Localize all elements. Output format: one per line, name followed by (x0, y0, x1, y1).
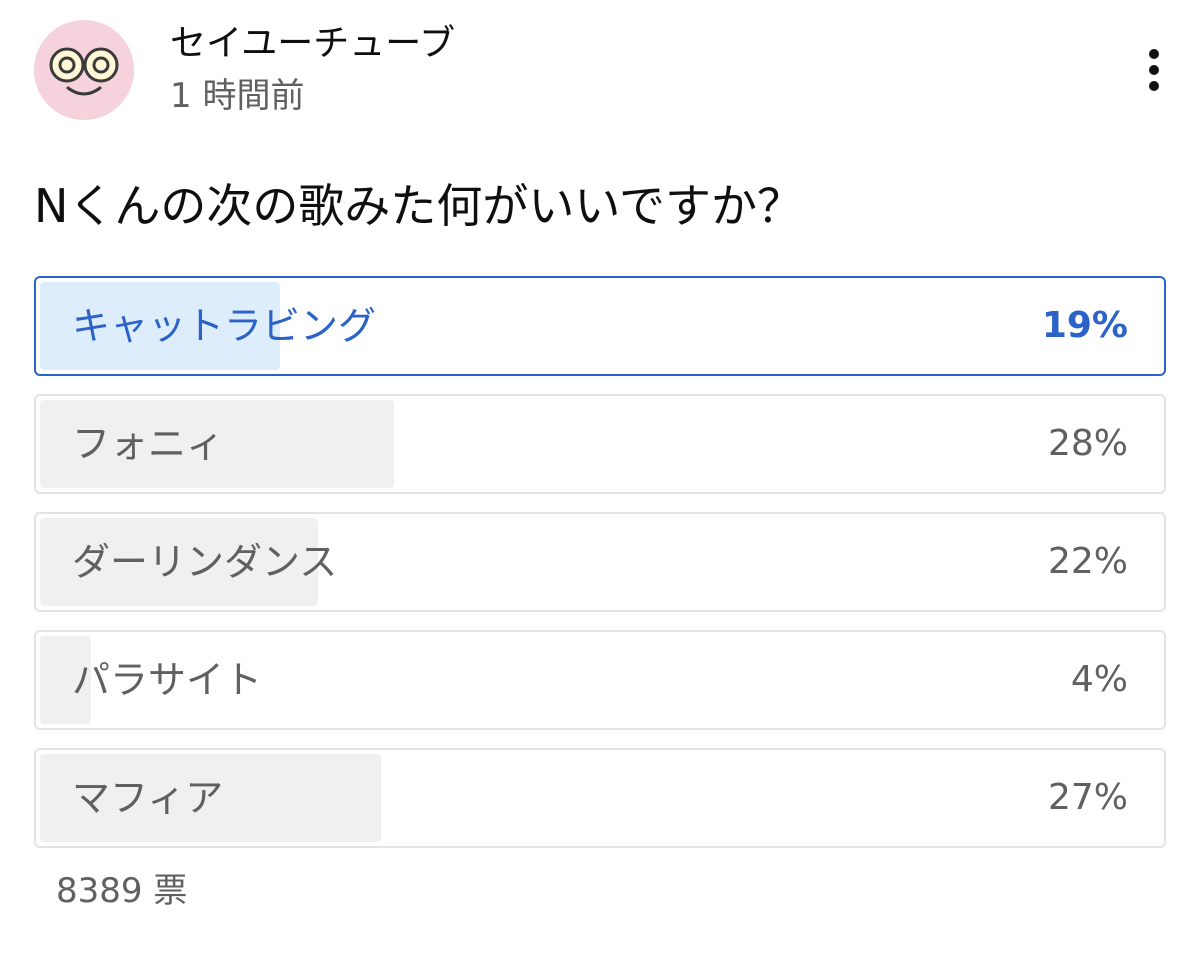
poll-option-label: パラサイト (72, 658, 263, 702)
face-avatar-icon (34, 20, 134, 120)
poll-option-percent: 22% (1047, 541, 1128, 582)
poll-option-percent: 28% (1047, 423, 1128, 464)
more-vertical-icon (1149, 49, 1159, 91)
poll-option-percent: 4% (1070, 659, 1128, 700)
channel-name[interactable]: セイユーチューブ (170, 22, 455, 66)
vote-count: 8389 票 (56, 871, 188, 911)
post-header: セイユーチューブ 1 時間前 (34, 20, 1174, 130)
channel-avatar[interactable] (34, 20, 134, 120)
poll-question: Nくんの次の歌みた何がいいですか？ (34, 179, 804, 233)
more-options-button[interactable] (1134, 40, 1174, 100)
poll-option-percent: 27% (1047, 777, 1128, 818)
post-timestamp: 1 時間前 (170, 76, 305, 116)
poll-option[interactable]: ダーリンダンス 22% (34, 512, 1166, 612)
poll-option[interactable]: パラサイト 4% (34, 630, 1166, 730)
poll-option[interactable]: マフィア 27% (34, 748, 1166, 848)
poll-option[interactable]: フォニィ 28% (34, 394, 1166, 494)
poll-option-label: ダーリンダンス (72, 540, 338, 584)
poll-option[interactable]: キャットラビング 19% (34, 276, 1166, 376)
poll-options: キャットラビング 19% フォニィ 28% ダーリンダンス 22% パラサイト … (34, 276, 1166, 866)
poll-option-label: キャットラビング (72, 304, 377, 348)
poll-option-percent: 19% (1041, 305, 1128, 346)
poll-option-label: フォニィ (72, 422, 225, 466)
poll-option-label: マフィア (72, 776, 224, 820)
